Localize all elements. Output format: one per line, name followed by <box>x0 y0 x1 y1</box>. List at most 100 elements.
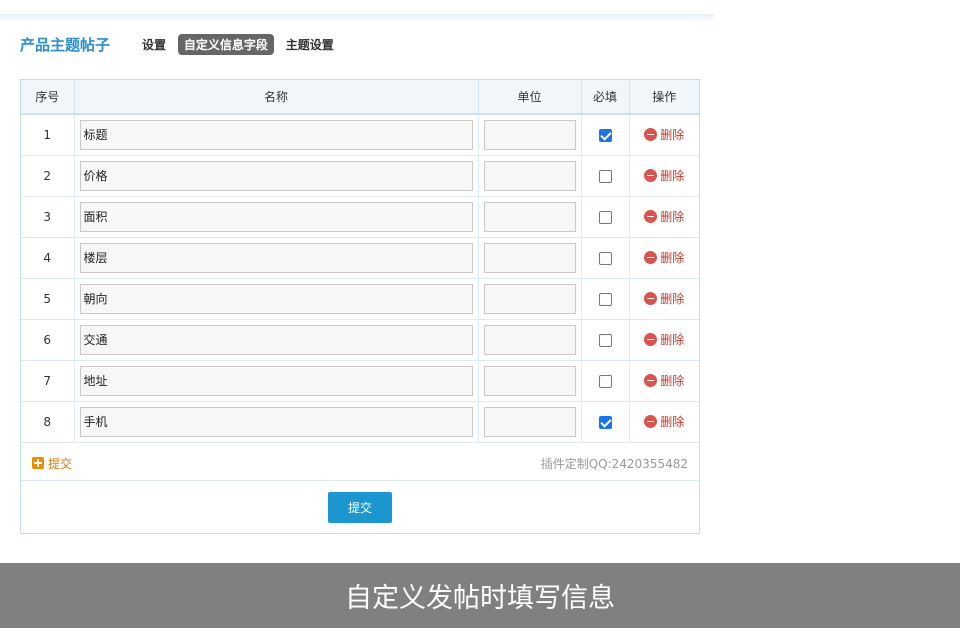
tab-settings[interactable]: 设置 <box>136 34 172 55</box>
required-checkbox[interactable] <box>598 292 612 306</box>
unit-cell <box>478 196 582 238</box>
required-cell <box>581 319 630 361</box>
delete-label: 删除 <box>660 209 685 224</box>
unit-cell <box>478 237 582 279</box>
name-cell <box>74 237 479 279</box>
submit-button[interactable]: 提交 <box>328 492 392 523</box>
required-checkbox[interactable] <box>598 415 612 429</box>
row-number: 8 <box>21 401 75 443</box>
tab-topic-settings[interactable]: 主题设置 <box>280 34 340 55</box>
name-cell <box>74 319 479 361</box>
submit-area: 提交 <box>21 481 699 535</box>
action-cell: 删除 <box>629 278 699 320</box>
unit-cell <box>478 278 582 320</box>
required-cell <box>581 155 630 197</box>
required-cell <box>581 237 630 279</box>
plugin-credit: 插件定制QQ:2420355482 <box>540 456 688 471</box>
field-unit-input[interactable] <box>483 406 576 437</box>
required-checkbox[interactable] <box>598 169 612 183</box>
required-checkbox[interactable] <box>598 333 612 347</box>
col-header-action: 操作 <box>629 80 699 115</box>
delete-button[interactable]: 删除 <box>644 208 684 225</box>
minus-circle-icon <box>644 209 658 223</box>
action-cell: 删除 <box>629 360 699 402</box>
table-body: 1 删除 2 删除 3 删除 4 删除 5 删除 6 删除 7 删除 8 删除 <box>21 114 699 443</box>
top-strip <box>0 14 714 22</box>
delete-label: 删除 <box>660 127 685 142</box>
table-row: 3 删除 <box>21 196 699 238</box>
row-number: 7 <box>21 360 75 402</box>
delete-button[interactable]: 删除 <box>644 126 684 143</box>
delete-label: 删除 <box>660 373 685 388</box>
col-header-unit: 单位 <box>478 80 582 115</box>
delete-button[interactable]: 删除 <box>644 372 684 389</box>
minus-circle-icon <box>644 168 658 182</box>
col-header-required: 必填 <box>581 80 630 115</box>
field-name-input[interactable] <box>79 242 473 273</box>
row-number: 5 <box>21 278 75 320</box>
table-row: 1 删除 <box>21 114 699 156</box>
name-cell <box>74 114 479 156</box>
delete-label: 删除 <box>660 414 685 429</box>
field-name-input[interactable] <box>79 406 473 437</box>
delete-button[interactable]: 删除 <box>644 167 684 184</box>
add-field-label: 提交 <box>48 456 73 471</box>
field-unit-input[interactable] <box>483 160 576 191</box>
table-row: 6 删除 <box>21 319 699 361</box>
action-cell: 删除 <box>629 196 699 238</box>
field-name-input[interactable] <box>79 365 473 396</box>
field-name-input[interactable] <box>79 201 473 232</box>
unit-cell <box>478 319 582 361</box>
required-cell <box>581 196 630 238</box>
table-header-row: 序号 名称 单位 必填 操作 <box>21 80 699 115</box>
unit-cell <box>478 155 582 197</box>
unit-cell <box>478 360 582 402</box>
field-unit-input[interactable] <box>483 365 576 396</box>
required-checkbox[interactable] <box>598 374 612 388</box>
minus-circle-icon <box>644 127 658 141</box>
action-cell: 删除 <box>629 114 699 156</box>
tab-custom-fields[interactable]: 自定义信息字段 <box>177 33 274 55</box>
minus-circle-icon <box>644 373 658 387</box>
minus-circle-icon <box>644 250 658 264</box>
table-footer: 提交 插件定制QQ:2420355482 <box>21 443 699 481</box>
action-cell: 删除 <box>629 319 699 361</box>
name-cell <box>74 360 479 402</box>
required-checkbox[interactable] <box>598 251 612 265</box>
field-unit-input[interactable] <box>483 119 576 150</box>
required-cell <box>581 278 630 320</box>
delete-label: 删除 <box>660 291 685 306</box>
name-cell <box>74 196 479 238</box>
action-cell: 删除 <box>629 237 699 279</box>
delete-label: 删除 <box>660 332 685 347</box>
field-name-input[interactable] <box>79 160 473 191</box>
field-name-input[interactable] <box>79 283 473 314</box>
minus-circle-icon <box>644 332 658 346</box>
delete-button[interactable]: 删除 <box>644 413 684 430</box>
delete-button[interactable]: 删除 <box>644 331 684 348</box>
action-cell: 删除 <box>629 401 699 443</box>
field-unit-input[interactable] <box>483 324 576 355</box>
add-field-button[interactable]: 提交 <box>32 455 72 472</box>
field-unit-input[interactable] <box>483 283 576 314</box>
delete-label: 删除 <box>660 168 685 183</box>
name-cell <box>74 155 479 197</box>
table-row: 5 删除 <box>21 278 699 320</box>
col-header-no: 序号 <box>21 80 75 115</box>
delete-label: 删除 <box>660 250 685 265</box>
required-checkbox[interactable] <box>598 128 612 142</box>
unit-cell <box>478 401 582 443</box>
field-name-input[interactable] <box>79 324 473 355</box>
field-unit-input[interactable] <box>483 242 576 273</box>
row-number: 4 <box>21 237 75 279</box>
name-cell <box>74 401 479 443</box>
required-cell <box>581 114 630 156</box>
required-checkbox[interactable] <box>598 210 612 224</box>
field-unit-input[interactable] <box>483 201 576 232</box>
delete-button[interactable]: 删除 <box>644 290 684 307</box>
name-cell <box>74 278 479 320</box>
col-header-name: 名称 <box>74 80 479 115</box>
field-name-input[interactable] <box>79 119 473 150</box>
delete-button[interactable]: 删除 <box>644 249 684 266</box>
page-title: 产品主题帖子 <box>20 35 111 54</box>
